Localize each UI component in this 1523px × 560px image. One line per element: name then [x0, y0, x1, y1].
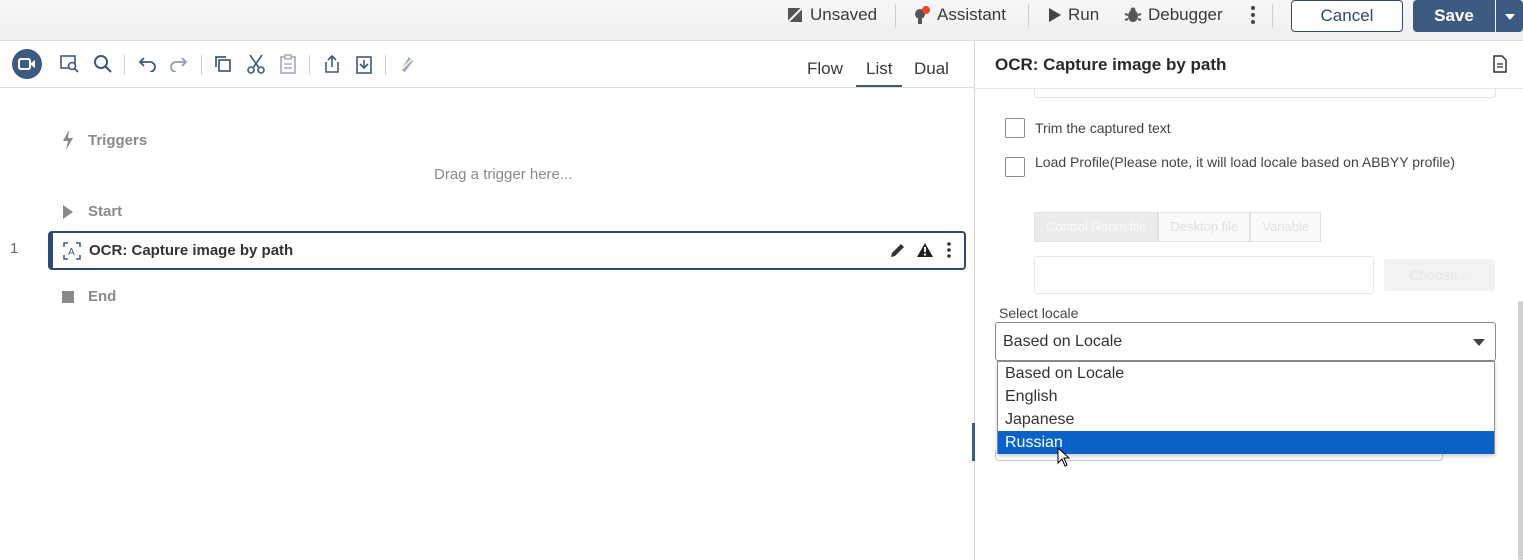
toolbar-divider [309, 55, 310, 75]
tab-variable: Variable [1250, 212, 1322, 242]
triggers-label: Triggers [88, 131, 148, 149]
tab-list[interactable]: List [856, 59, 903, 87]
locale-label: Select locale [999, 305, 1079, 321]
triggers-section: Triggers [60, 130, 147, 150]
disable-action-button[interactable] [396, 53, 418, 75]
load-profile-label: Load Profile(Please note, it will load l… [1035, 154, 1455, 170]
play-icon [63, 204, 73, 219]
save-options-button[interactable] [1496, 0, 1523, 32]
video-camera-icon [18, 58, 35, 70]
search-button[interactable] [92, 53, 114, 75]
upload-icon [325, 54, 339, 73]
locale-selected-value: Based on Locale [1003, 333, 1123, 350]
scissors-icon [247, 54, 265, 74]
document-icon[interactable] [1492, 55, 1508, 73]
find-in-screen-button[interactable] [59, 53, 81, 75]
editor-toolbar: Flow List Dual [0, 41, 974, 88]
load-profile-option[interactable]: Load Profile(Please note, it will load l… [1005, 155, 1475, 177]
panel-title: OCR: Capture image by path [995, 55, 1227, 74]
line-number: 1 [10, 240, 19, 257]
tab-desktop-file: Desktop file [1158, 212, 1251, 242]
locale-select[interactable]: Based on Locale [995, 322, 1496, 361]
trim-text-label: Trim the captured text [1035, 120, 1171, 136]
unsaved-icon [786, 6, 804, 24]
action-properties-panel: OCR: Capture image by path Trim the capt… [975, 41, 1523, 560]
editor-panel: Flow List Dual Triggers Drag a trigger h… [0, 41, 974, 560]
download-icon [356, 56, 372, 74]
vertical-dots-icon [1251, 6, 1255, 24]
stop-icon [62, 290, 74, 303]
import-button[interactable] [353, 53, 375, 75]
run-label: Run [1068, 5, 1100, 24]
unsaved-label: Unsaved [810, 5, 878, 24]
copy-button[interactable] [212, 53, 234, 75]
locale-option[interactable]: Japanese [998, 408, 1494, 431]
warning-icon[interactable] [916, 242, 934, 258]
save-button[interactable]: Save [1413, 0, 1495, 32]
more-menu-button[interactable] [1246, 4, 1266, 26]
bug-icon [1124, 7, 1142, 22]
action-label: OCR: Capture image by path [89, 242, 294, 259]
debugger-label: Debugger [1148, 5, 1223, 24]
play-icon [1049, 8, 1061, 22]
locale-option-highlighted[interactable]: Russian [998, 431, 1494, 454]
tab-flow[interactable]: Flow [807, 59, 843, 79]
screen-search-icon [60, 55, 79, 73]
undo-button[interactable] [136, 53, 158, 75]
tab-control-room-file: Control Room file [1034, 212, 1159, 242]
vertical-dots-icon[interactable] [944, 241, 954, 259]
svg-text:A: A [68, 247, 75, 258]
action-row-ocr[interactable]: A OCR: Capture image by path [48, 231, 966, 270]
run-button[interactable]: Run [1048, 4, 1099, 26]
search-icon [94, 55, 112, 73]
locale-dropdown-list: Based on Locale English Japanese Russian [997, 361, 1495, 454]
toolbar-divider [1272, 4, 1273, 28]
lightning-icon [63, 130, 73, 150]
export-button[interactable] [321, 53, 343, 75]
load-profile-checkbox[interactable] [1005, 157, 1025, 177]
disable-icon [398, 55, 416, 73]
tab-dual[interactable]: Dual [914, 59, 949, 79]
assistant-button[interactable]: Assistant [913, 4, 1006, 26]
paste-button[interactable] [277, 53, 299, 75]
toolbar-divider [385, 55, 386, 75]
cut-button[interactable] [245, 53, 267, 75]
assistant-label: Assistant [937, 5, 1006, 24]
redo-button[interactable] [168, 53, 190, 75]
cancel-button[interactable]: Cancel [1291, 0, 1403, 32]
undo-icon [138, 57, 156, 72]
debugger-button[interactable]: Debugger [1124, 4, 1223, 26]
toolbar-divider [1028, 4, 1029, 28]
panel-scrollbar[interactable] [1518, 301, 1523, 560]
clipboard-icon [280, 54, 296, 74]
unsaved-status: Unsaved [786, 4, 877, 26]
trim-text-option[interactable]: Trim the captured text [1005, 118, 1171, 138]
ocr-icon: A [63, 242, 81, 260]
trim-text-checkbox[interactable] [1005, 118, 1025, 138]
record-button[interactable] [12, 49, 42, 79]
previous-field-edge [1034, 88, 1496, 98]
pencil-icon[interactable] [890, 242, 906, 258]
assistant-icon [915, 6, 930, 24]
copy-icon [215, 56, 231, 72]
end-label: End [88, 288, 117, 305]
end-node: End [60, 288, 116, 305]
caret-down-icon [1473, 339, 1485, 346]
file-path-input [1034, 256, 1374, 294]
start-label: Start [88, 203, 123, 220]
toolbar-divider [895, 4, 896, 28]
locale-option[interactable]: Based on Locale [998, 362, 1494, 385]
toolbar-divider [201, 55, 202, 75]
file-source-tabs: Control Room file Desktop file Variable [1034, 212, 1322, 242]
top-bar: Unsaved Assistant Run Debugger Cancel Sa… [0, 0, 1523, 41]
mouse-cursor-icon [1057, 447, 1071, 467]
action-row-controls [890, 241, 954, 259]
choose-button: Choose... [1384, 259, 1495, 291]
toolbar-divider [124, 55, 125, 75]
chevron-down-icon [1504, 13, 1515, 20]
trigger-drop-zone[interactable]: Drag a trigger here... [434, 166, 572, 183]
locale-option[interactable]: English [998, 385, 1494, 408]
start-node: Start [60, 203, 122, 220]
redo-icon [170, 57, 188, 72]
